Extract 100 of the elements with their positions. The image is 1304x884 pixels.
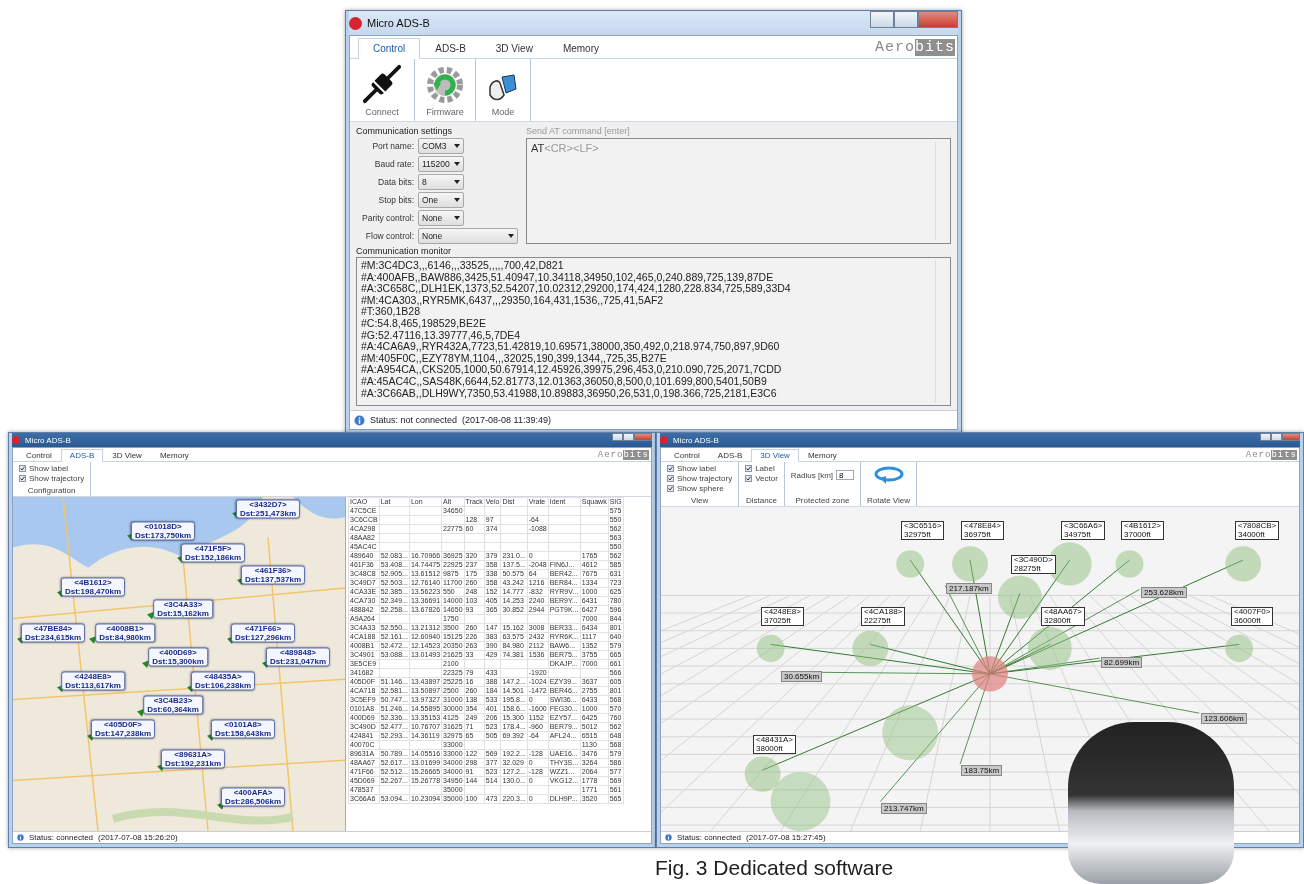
checkbox[interactable] (19, 465, 26, 472)
log-line: #A:3C66AB,,DLH9WY,7350,53.41988,10.89883,36950,26,531,0,198.366,725,2181,E3C6 (361, 387, 778, 400)
checkbox[interactable] (19, 475, 26, 482)
input-field[interactable]: AT<CR><LF> (526, 138, 951, 244)
distance-label: 253.628km (1141, 587, 1187, 598)
window-title: Micro ADS-B (367, 17, 431, 29)
minimize-button[interactable] (870, 11, 894, 28)
aircraft-label: <48AA67> 32800ft (1041, 607, 1085, 626)
tab[interactable]: Memory (798, 449, 846, 461)
field-label: Parity control: (361, 213, 414, 223)
table-cell (409, 740, 442, 750)
table-cell (484, 542, 501, 552)
minimize-button[interactable] (612, 433, 623, 441)
status-text: Status: not connected (370, 415, 458, 425)
aircraft-label: <400D69> Dst:15,300km (148, 647, 208, 667)
caret-icon (454, 144, 460, 148)
table-cell (409, 668, 442, 678)
tab[interactable]: 3D View (480, 38, 548, 58)
gear-refresh-icon (425, 65, 465, 105)
checkbox[interactable] (667, 475, 674, 482)
checkbox[interactable] (745, 475, 753, 482)
log-line: #A:4CA6A9,,RYR432A,7723,51.42819,10.69571,38000,350,492,0,218.974,750,897,9D60 (361, 341, 781, 353)
aircraft-label: <3C4B23> Dst:60,364km (143, 695, 203, 715)
table-cell (548, 542, 581, 552)
checkbox-label: Show trajectory (677, 474, 733, 483)
log-line: #A:45AC4C,,SAS48K,6644,52.81773,12.01363,36050,8,500,0,101.699,800,5401,50B9 (361, 375, 767, 388)
field-label: Data bits: (377, 177, 414, 187)
distance-label: 123.606km (1201, 713, 1247, 724)
info-icon (354, 414, 365, 426)
caret-icon (508, 234, 514, 238)
field-label: Baud rate: (373, 159, 414, 169)
dropdown[interactable]: One (418, 192, 464, 208)
table-cell (500, 785, 528, 795)
close-button[interactable] (918, 11, 958, 28)
aircraft-label: <4CA188> 22275ft (861, 607, 906, 626)
tab[interactable]: Memory (547, 38, 614, 58)
tab[interactable]: Control (665, 449, 709, 461)
maximize-button[interactable] (1271, 433, 1282, 441)
group-label: Configuration (27, 486, 76, 495)
logo: Aero bits (597, 449, 649, 460)
input-field[interactable]: 8 (836, 470, 855, 480)
table-cell (464, 614, 485, 624)
tab[interactable]: 3D View (103, 449, 151, 461)
table-cell (379, 515, 410, 525)
aircraft-label: <4007F0> 36000ft (1231, 607, 1274, 626)
figure-caption: Fig. 3 Dedicated software (655, 856, 894, 880)
table-cell (500, 524, 528, 534)
table-cell (379, 542, 410, 552)
dropdown[interactable]: 8 (418, 174, 464, 190)
checkbox[interactable] (745, 465, 753, 472)
distance-label: 183.75km (961, 765, 1003, 776)
table-cell (409, 506, 442, 516)
table-cell (500, 533, 528, 543)
dropdown[interactable]: None (418, 228, 518, 244)
minimize-button[interactable] (1260, 433, 1271, 441)
log-line: #A:3C658C,,DLH1EK,1373,52.54207,10.02312,29200,174,424,1280,228.834,725,589,33D4 (361, 283, 792, 295)
table-cell (464, 740, 485, 750)
group-label: Protected zone (795, 496, 850, 505)
dropdown[interactable]: None (418, 210, 464, 226)
dropdown[interactable]: 115200 (418, 156, 464, 172)
table-cell (580, 515, 609, 525)
distance-label: 82.699km (1101, 657, 1143, 668)
rotate-button[interactable]: Rotate View (861, 462, 918, 506)
log-line: #M:405F0C,,EZY78YM,1104,,,32025,190,399,1344,,725,35,B27E (361, 352, 667, 365)
table-cell (484, 785, 501, 795)
ribbon-button[interactable]: Firmware (421, 61, 469, 119)
distance-label: 30.655km (781, 671, 823, 682)
table-cell (464, 659, 485, 669)
table-cell (500, 515, 528, 525)
app-icon (12, 436, 20, 444)
status-text: Status: connected (29, 833, 94, 842)
tab[interactable]: Control (358, 38, 421, 59)
aircraft-label: <4B1612> Dst:198,470km (61, 577, 125, 597)
table-cell (464, 506, 485, 516)
tab[interactable]: Control (17, 449, 61, 461)
aircraft-label: <3C4A33> Dst:15,162km (153, 599, 213, 619)
checkbox[interactable] (667, 465, 674, 472)
tab[interactable]: Memory (150, 449, 198, 461)
tab[interactable]: ADS-B (708, 449, 752, 461)
aircraft-label: <89631A> Dst:192,231km (161, 749, 225, 769)
maximize-button[interactable] (623, 433, 634, 441)
caret-icon (454, 162, 460, 166)
maximize-button[interactable] (894, 11, 918, 28)
table-cell (409, 785, 442, 795)
tab[interactable]: ADS-B (420, 38, 481, 58)
distance-label: 213.747km (881, 803, 927, 814)
ribbon-button[interactable]: Mode (482, 61, 524, 119)
tab[interactable]: ADS-B (60, 449, 104, 462)
table-cell (464, 785, 485, 795)
dropdown[interactable]: COM3 (418, 138, 464, 154)
table-cell (548, 614, 581, 624)
ribbon-button[interactable]: Connect (356, 61, 408, 119)
aircraft-label: <405D0F> Dst:147,238km (91, 719, 155, 739)
log-line: #G:52.47116,13.39777,46,5,7DE4 (361, 329, 522, 342)
tab[interactable]: 3D View (751, 449, 799, 462)
app-icon (660, 436, 668, 444)
table-cell (548, 524, 581, 534)
caret-icon (454, 180, 460, 184)
aircraft-label: <3C6516> 32975ft (901, 521, 945, 540)
checkbox[interactable] (667, 485, 674, 492)
